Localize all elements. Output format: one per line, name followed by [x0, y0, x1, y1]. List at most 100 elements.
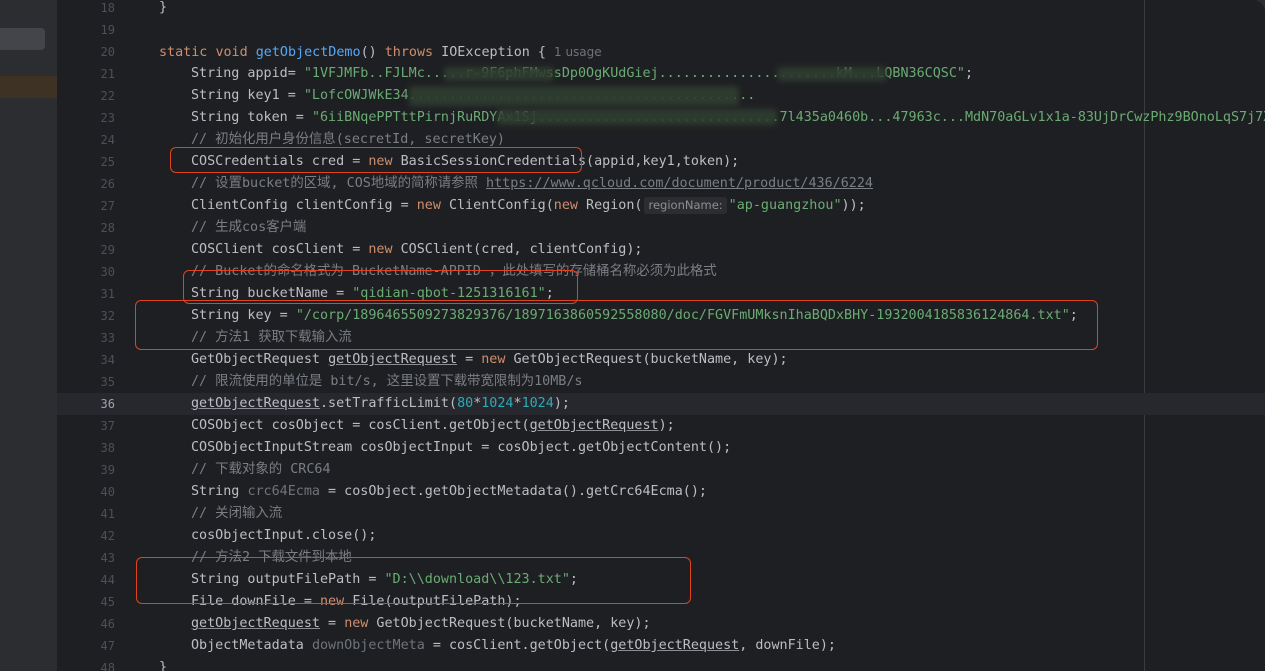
- get-object-request-var[interactable]: getObjectRequest: [328, 352, 457, 367]
- comment: // 限流使用的单位是 bit/s, 这里设置下载带宽限制为10MB/s: [191, 374, 583, 389]
- line-number: 26: [100, 177, 115, 191]
- code-line-32[interactable]: 32 String key = "/corp/18964655092738293…: [57, 305, 1265, 327]
- code-line-27[interactable]: 27 ClientConfig clientConfig = new Clien…: [57, 195, 1265, 217]
- code-line-37[interactable]: 37 COSObject cosObject = cosClient.getOb…: [57, 415, 1265, 437]
- line-number: 38: [100, 441, 115, 455]
- code-line-44[interactable]: 44 String outputFilePath = "D:\\download…: [57, 569, 1265, 591]
- semicolon: ;: [569, 572, 578, 587]
- get-object-request-call: GetObjectRequest(bucketName, key);: [505, 352, 788, 367]
- comment: // 关闭输入流: [191, 506, 283, 521]
- code-line-26[interactable]: 26 // 设置bucket的区域, COS地域的简称请参照 https://w…: [57, 173, 1265, 195]
- code-line-35[interactable]: 35 // 限流使用的单位是 bit/s, 这里设置下载带宽限制为10MB/s: [57, 371, 1265, 393]
- usage-hint[interactable]: 1 usage: [554, 45, 602, 59]
- keyword-void: void: [215, 45, 248, 60]
- token-decl: String token =: [191, 110, 312, 125]
- method-name[interactable]: getObjectDemo: [256, 45, 361, 60]
- line-number: 36: [100, 397, 115, 411]
- keyword-new: new: [344, 616, 369, 631]
- line-number: 42: [100, 529, 115, 543]
- line-number: 27: [100, 199, 115, 213]
- line-number: 35: [100, 375, 115, 389]
- key1-decl: String key1 =: [191, 88, 304, 103]
- keyword-new: new: [368, 242, 393, 257]
- tool-window-button[interactable]: [0, 28, 45, 50]
- get-object-request-var[interactable]: getObjectRequest: [610, 638, 739, 653]
- string-type: String: [191, 484, 248, 499]
- assign-op: =: [320, 616, 345, 631]
- code-line-46[interactable]: 46 getObjectRequest = new GetObjectReque…: [57, 613, 1265, 635]
- semicolon: ;: [964, 66, 974, 81]
- code-line-29[interactable]: 29 COSClient cosClient = new COSClient(c…: [57, 239, 1265, 261]
- get-object-request-type: GetObjectRequest: [191, 352, 329, 367]
- line-number: 46: [100, 617, 115, 631]
- code-line-47[interactable]: 47 ObjectMetadata downObjectMeta = cosCl…: [57, 635, 1265, 657]
- code-line-34[interactable]: 34 GetObjectRequest getObjectRequest = n…: [57, 349, 1265, 371]
- comment: // 生成cos客户端: [191, 220, 307, 235]
- code-line-45[interactable]: 45 File downFile = new File(outputFilePa…: [57, 591, 1265, 613]
- get-object-request-var[interactable]: getObjectRequest: [191, 616, 320, 631]
- credentials-call: BasicSessionCredentials(appid,key1,token…: [392, 154, 740, 169]
- crc64-call: = cosObject.getObjectMetadata().getCrc64…: [320, 484, 707, 499]
- down-file-decl: File downFile =: [191, 594, 320, 609]
- get-object-request-var[interactable]: getObjectRequest: [191, 396, 320, 411]
- code-line-28[interactable]: 28 // 生成cos客户端: [57, 217, 1265, 239]
- code-line-36-current[interactable]: 36 getObjectRequest.setTrafficLimit(80 *1…: [57, 393, 1265, 415]
- comment: // 方法2 下载文件到本地: [191, 550, 352, 565]
- comment: // 初始化用户身份信息(secretId, secretKey): [191, 132, 505, 147]
- line-number: 20: [100, 45, 115, 59]
- code-line-25[interactable]: 25 COSCredentials cred = new BasicSessio…: [57, 151, 1265, 173]
- down-object-meta-var[interactable]: downObjectMeta: [312, 638, 425, 653]
- code-line-39[interactable]: 39 // 下载对象的 CRC64: [57, 459, 1265, 481]
- output-path-value: "D:\\download\\123.txt": [384, 572, 570, 587]
- code-line-41[interactable]: 41 // 关闭输入流: [57, 503, 1265, 525]
- code-line-33[interactable]: 33 // 方法1 获取下载输入流: [57, 327, 1265, 349]
- get-object-request-var[interactable]: getObjectRequest: [530, 418, 659, 433]
- bucket-name-value: "qidian-qbot-1251316161": [352, 286, 546, 301]
- parameter-hint: regionName:: [644, 197, 727, 214]
- number-literal: 80: [457, 396, 474, 411]
- doc-link[interactable]: https://www.qcloud.com/document/product/…: [486, 176, 873, 191]
- cred-var: cred =: [303, 154, 369, 169]
- code-line-21[interactable]: 21 String appid= "1VFJMFb..FJLMc.....r-9…: [57, 63, 1265, 85]
- line-number: 21: [100, 67, 115, 81]
- code-line-30[interactable]: 30 // Bucket的命名格式为 BucketName-APPID ，此处填…: [57, 261, 1265, 283]
- code-line-48[interactable]: 48 }: [57, 657, 1265, 671]
- code-line-43[interactable]: 43 // 方法2 下载文件到本地: [57, 547, 1265, 569]
- line-number: 34: [100, 353, 115, 367]
- crc64-var[interactable]: crc64Ecma: [247, 484, 320, 499]
- number-literal: 1024: [521, 396, 554, 411]
- exception-type: IOException {: [433, 45, 546, 60]
- keyword-new: new: [368, 154, 393, 169]
- input-stream-decl: COSObjectInputStream cosObjectInput = co…: [191, 440, 732, 455]
- file-call: File(outputFilePath);: [344, 594, 522, 609]
- tool-window-marker[interactable]: [0, 76, 57, 98]
- keyword-throws: throws: [384, 45, 434, 60]
- code-editor[interactable]: 18 } 19 20 static void getObjectDemo() t…: [57, 0, 1265, 671]
- operator: *: [513, 396, 522, 411]
- line-number: 30: [100, 265, 115, 279]
- code-line-42[interactable]: 42 cosObjectInput.close();: [57, 525, 1265, 547]
- code-line-38[interactable]: 38 COSObjectInputStream cosObjectInput =…: [57, 437, 1265, 459]
- redaction-blur: [497, 109, 777, 125]
- region-value: "ap-guangzhou": [728, 198, 842, 213]
- line-number: 40: [100, 485, 115, 499]
- token-value: "6iiBNqePPTttPirnjRuRDYAx1Sj............…: [311, 110, 1265, 125]
- line-number: 39: [100, 463, 115, 477]
- code-line-31[interactable]: 31 String bucketName = "qidian-qbot-1251…: [57, 283, 1265, 305]
- line-number: 47: [100, 639, 115, 653]
- bucket-name-decl: String bucketName =: [191, 286, 353, 301]
- redaction-blur: [409, 86, 739, 106]
- cos-object-decl: COSObject cosObject = cosClient.getObjec…: [191, 418, 530, 433]
- closing-brace: }: [159, 0, 168, 15]
- line-number: 28: [100, 221, 115, 235]
- code-line-24[interactable]: 24 // 初始化用户身份信息(secretId, secretKey): [57, 129, 1265, 151]
- line-number: 48: [100, 661, 115, 671]
- code-line-18[interactable]: 18 }: [57, 0, 1265, 19]
- keyword-static: static: [159, 45, 208, 60]
- comment: // 下载对象的 CRC64: [191, 462, 331, 477]
- code-line-20[interactable]: 20 static void getObjectDemo() throws IO…: [57, 41, 1265, 63]
- redaction-blur: [444, 67, 554, 81]
- code-line-40[interactable]: 40 String crc64Ecma = cosObject.getObjec…: [57, 481, 1265, 503]
- code-line-19[interactable]: 19: [57, 19, 1265, 41]
- keyword-new: new: [416, 198, 441, 213]
